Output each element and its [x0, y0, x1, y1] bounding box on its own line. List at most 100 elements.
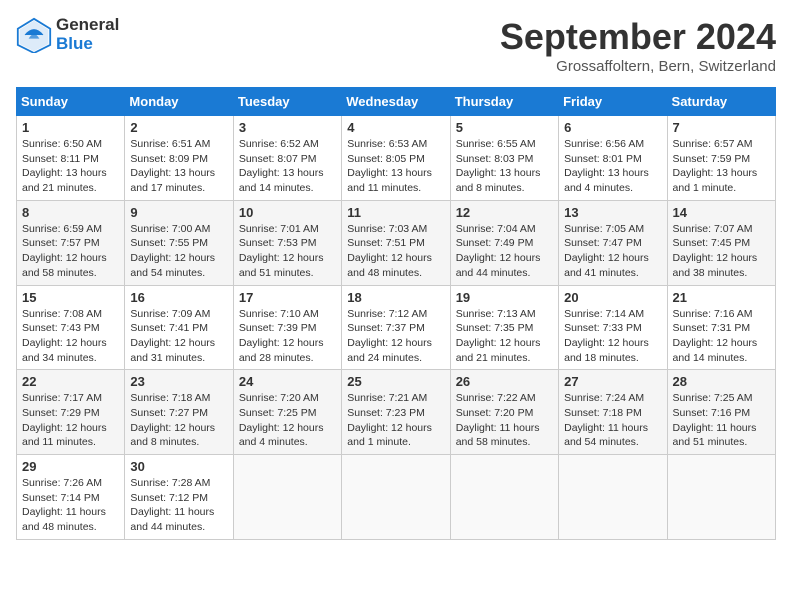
header-friday: Friday	[559, 88, 667, 116]
day-info: Sunrise: 7:10 AM Sunset: 7:39 PM Dayligh…	[239, 307, 336, 366]
calendar-cell: 1 Sunrise: 6:50 AM Sunset: 8:11 PM Daylig…	[17, 116, 125, 201]
calendar-cell	[450, 455, 558, 540]
day-info: Sunrise: 6:53 AM Sunset: 8:05 PM Dayligh…	[347, 137, 444, 196]
day-number: 20	[564, 290, 661, 305]
day-info: Sunrise: 6:56 AM Sunset: 8:01 PM Dayligh…	[564, 137, 661, 196]
day-info: Sunrise: 7:25 AM Sunset: 7:16 PM Dayligh…	[673, 391, 770, 450]
calendar-cell: 30Sunrise: 7:28 AM Sunset: 7:12 PM Dayli…	[125, 455, 233, 540]
day-number: 4	[347, 120, 444, 135]
calendar-cell: 19 Sunrise: 7:13 AM Sunset: 7:35 PM Dayli…	[450, 285, 558, 370]
day-info: Sunrise: 7:08 AM Sunset: 7:43 PM Dayligh…	[22, 307, 119, 366]
calendar-cell: 13Sunrise: 7:05 AM Sunset: 7:47 PM Dayli…	[559, 200, 667, 285]
day-number: 12	[456, 205, 553, 220]
day-number: 1	[22, 120, 119, 135]
day-number: 19	[456, 290, 553, 305]
day-info: Sunrise: 7:13 AM Sunset: 7:35 PM Dayligh…	[456, 307, 553, 366]
day-info: Sunrise: 7:00 AM Sunset: 7:55 PM Dayligh…	[130, 222, 227, 281]
calendar-cell: 7Sunrise: 6:57 AM Sunset: 7:59 PM Daylig…	[667, 116, 775, 201]
day-info: Sunrise: 6:59 AM Sunset: 7:57 PM Dayligh…	[22, 222, 119, 281]
week-row-2: 8 Sunrise: 6:59 AM Sunset: 7:57 PM Daylig…	[17, 200, 776, 285]
location: Grossaffoltern, Bern, Switzerland	[500, 58, 776, 75]
day-info: Sunrise: 6:50 AM Sunset: 8:11 PM Dayligh…	[22, 137, 119, 196]
day-info: Sunrise: 6:55 AM Sunset: 8:03 PM Dayligh…	[456, 137, 553, 196]
calendar-cell: 10 Sunrise: 7:01 AM Sunset: 7:53 PM Dayli…	[233, 200, 341, 285]
day-number: 2	[130, 120, 227, 135]
calendar-cell	[342, 455, 450, 540]
calendar-cell: 27Sunrise: 7:24 AM Sunset: 7:18 PM Dayli…	[559, 370, 667, 455]
logo: General Blue	[16, 16, 119, 53]
day-number: 25	[347, 374, 444, 389]
day-number: 8	[22, 205, 119, 220]
logo-text: General Blue	[56, 16, 119, 53]
day-number: 30	[130, 459, 227, 474]
calendar-cell: 8 Sunrise: 6:59 AM Sunset: 7:57 PM Daylig…	[17, 200, 125, 285]
calendar-cell: 21 Sunrise: 7:16 AM Sunset: 7:31 PM Dayli…	[667, 285, 775, 370]
day-info: Sunrise: 7:21 AM Sunset: 7:23 PM Dayligh…	[347, 391, 444, 450]
calendar-cell	[233, 455, 341, 540]
calendar-cell: 29 Sunrise: 7:26 AM Sunset: 7:14 PM Dayli…	[17, 455, 125, 540]
day-number: 15	[22, 290, 119, 305]
week-row-1: 1 Sunrise: 6:50 AM Sunset: 8:11 PM Daylig…	[17, 116, 776, 201]
day-info: Sunrise: 6:51 AM Sunset: 8:09 PM Dayligh…	[130, 137, 227, 196]
day-info: Sunrise: 7:16 AM Sunset: 7:31 PM Dayligh…	[673, 307, 770, 366]
day-number: 28	[673, 374, 770, 389]
day-info: Sunrise: 6:52 AM Sunset: 8:07 PM Dayligh…	[239, 137, 336, 196]
day-info: Sunrise: 7:22 AM Sunset: 7:20 PM Dayligh…	[456, 391, 553, 450]
week-row-5: 29 Sunrise: 7:26 AM Sunset: 7:14 PM Dayli…	[17, 455, 776, 540]
day-number: 5	[456, 120, 553, 135]
logo-icon	[16, 17, 52, 53]
calendar-cell: 17 Sunrise: 7:10 AM Sunset: 7:39 PM Dayli…	[233, 285, 341, 370]
calendar-cell	[559, 455, 667, 540]
day-info: Sunrise: 7:17 AM Sunset: 7:29 PM Dayligh…	[22, 391, 119, 450]
header-tuesday: Tuesday	[233, 88, 341, 116]
day-number: 3	[239, 120, 336, 135]
day-info: Sunrise: 7:03 AM Sunset: 7:51 PM Dayligh…	[347, 222, 444, 281]
month-title: September 2024	[500, 16, 776, 58]
calendar-cell: 26 Sunrise: 7:22 AM Sunset: 7:20 PM Dayli…	[450, 370, 558, 455]
calendar-table: SundayMondayTuesdayWednesdayThursdayFrid…	[16, 87, 776, 540]
header-wednesday: Wednesday	[342, 88, 450, 116]
header-sunday: Sunday	[17, 88, 125, 116]
day-number: 18	[347, 290, 444, 305]
day-info: Sunrise: 7:09 AM Sunset: 7:41 PM Dayligh…	[130, 307, 227, 366]
calendar-cell: 25 Sunrise: 7:21 AM Sunset: 7:23 PM Dayli…	[342, 370, 450, 455]
calendar-cell: 28 Sunrise: 7:25 AM Sunset: 7:16 PM Dayli…	[667, 370, 775, 455]
calendar-cell: 24Sunrise: 7:20 AM Sunset: 7:25 PM Dayli…	[233, 370, 341, 455]
day-number: 11	[347, 205, 444, 220]
day-number: 7	[673, 120, 770, 135]
day-info: Sunrise: 7:04 AM Sunset: 7:49 PM Dayligh…	[456, 222, 553, 281]
day-number: 24	[239, 374, 336, 389]
day-info: Sunrise: 7:07 AM Sunset: 7:45 PM Dayligh…	[673, 222, 770, 281]
day-info: Sunrise: 7:01 AM Sunset: 7:53 PM Dayligh…	[239, 222, 336, 281]
header-monday: Monday	[125, 88, 233, 116]
day-number: 21	[673, 290, 770, 305]
calendar-cell: 5 Sunrise: 6:55 AM Sunset: 8:03 PM Daylig…	[450, 116, 558, 201]
day-info: Sunrise: 7:26 AM Sunset: 7:14 PM Dayligh…	[22, 476, 119, 535]
day-number: 6	[564, 120, 661, 135]
calendar-cell: 20Sunrise: 7:14 AM Sunset: 7:33 PM Dayli…	[559, 285, 667, 370]
calendar-cell: 18 Sunrise: 7:12 AM Sunset: 7:37 PM Dayli…	[342, 285, 450, 370]
calendar-cell: 22Sunrise: 7:17 AM Sunset: 7:29 PM Dayli…	[17, 370, 125, 455]
calendar-cell: 16 Sunrise: 7:09 AM Sunset: 7:41 PM Dayli…	[125, 285, 233, 370]
title-block: September 2024 Grossaffoltern, Bern, Swi…	[500, 16, 776, 75]
day-number: 26	[456, 374, 553, 389]
calendar-cell: 11 Sunrise: 7:03 AM Sunset: 7:51 PM Dayli…	[342, 200, 450, 285]
calendar-cell: 12 Sunrise: 7:04 AM Sunset: 7:49 PM Dayli…	[450, 200, 558, 285]
day-info: Sunrise: 7:12 AM Sunset: 7:37 PM Dayligh…	[347, 307, 444, 366]
day-number: 9	[130, 205, 227, 220]
day-number: 29	[22, 459, 119, 474]
day-number: 17	[239, 290, 336, 305]
day-number: 10	[239, 205, 336, 220]
calendar-cell: 23Sunrise: 7:18 AM Sunset: 7:27 PM Dayli…	[125, 370, 233, 455]
calendar-cell: 14Sunrise: 7:07 AM Sunset: 7:45 PM Dayli…	[667, 200, 775, 285]
logo-blue-text: Blue	[56, 35, 119, 54]
logo-general-text: General	[56, 16, 119, 35]
week-row-4: 22Sunrise: 7:17 AM Sunset: 7:29 PM Dayli…	[17, 370, 776, 455]
calendar-cell: 2 Sunrise: 6:51 AM Sunset: 8:09 PM Daylig…	[125, 116, 233, 201]
calendar-cell: 3 Sunrise: 6:52 AM Sunset: 8:07 PM Daylig…	[233, 116, 341, 201]
day-number: 16	[130, 290, 227, 305]
day-number: 13	[564, 205, 661, 220]
day-number: 27	[564, 374, 661, 389]
day-info: Sunrise: 7:18 AM Sunset: 7:27 PM Dayligh…	[130, 391, 227, 450]
page-header: General Blue September 2024 Grossaffolte…	[16, 16, 776, 75]
